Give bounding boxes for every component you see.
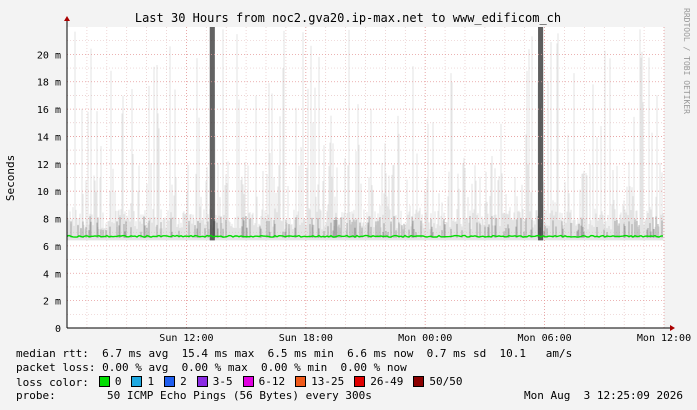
x-tick-label: Mon 12:00 <box>637 333 691 344</box>
x-axis-arrow <box>670 325 675 331</box>
chart-title: Last 30 Hours from noc2.gva20.ip-max.net… <box>135 11 561 25</box>
legend-swatch <box>295 376 307 387</box>
legend-label: 0 <box>114 375 122 388</box>
legend-swatch <box>196 376 208 387</box>
legend-item: 26-49 <box>354 375 403 388</box>
y-tick-label: 18 m <box>37 78 61 89</box>
loss-color-legend: loss color: 0 1 2 3-5 6-12 13-25 26-49 50/50 <box>16 375 472 390</box>
y-tick-label: 14 m <box>37 132 61 143</box>
x-tick-label: Sun 12:00 <box>159 333 213 344</box>
x-tick-label: Mon 06:00 <box>518 333 572 344</box>
legend-item: 6-12 <box>242 375 286 388</box>
legend-label: 3-5 <box>212 375 233 388</box>
probe-label: probe: <box>16 389 56 402</box>
y-tick-label: 6 m <box>43 242 61 253</box>
median-rtt-line: median rtt: 6.7 ms avg 15.4 ms max 6.5 m… <box>16 347 573 360</box>
legend-item: 2 <box>164 375 187 388</box>
legend-swatch <box>413 376 425 387</box>
legend-item: 0 <box>98 375 122 388</box>
probe-description: 50 ICMP Echo Pings (56 Bytes) every 300s <box>107 389 372 402</box>
legend-item: 13-25 <box>295 375 344 388</box>
y-tick-label: 4 m <box>43 269 61 280</box>
y-tick-label: 8 m <box>43 215 61 226</box>
y-tick-label: 2 m <box>43 297 61 308</box>
legend-label: 1 <box>147 375 155 388</box>
y-axis-label: Seconds <box>4 155 17 201</box>
y-tick-label: 10 m <box>37 187 61 198</box>
y-tick-label: 20 m <box>37 50 61 61</box>
legend-label: 6-12 <box>258 375 286 388</box>
legend-swatch <box>242 376 254 387</box>
y-axis-arrow <box>64 16 70 21</box>
legend-swatch <box>354 376 366 387</box>
legend-item: 1 <box>131 375 154 388</box>
smokeping-graph: Last 30 Hours from noc2.gva20.ip-max.net… <box>0 0 697 410</box>
legend-label: 26-49 <box>370 375 404 388</box>
plot-area: 0 2 m 4 m 6 m 8 m 10 m 12 m 14 m 16 m 18 m 20 m Sun… <box>37 16 691 344</box>
legend-swatch <box>131 376 143 387</box>
legend-item: 3-5 <box>196 375 233 388</box>
legend-item: 50/50 <box>413 375 462 388</box>
legend-swatch <box>164 376 176 387</box>
legend-label: 50/50 <box>429 375 463 388</box>
timestamp: Mon Aug 3 12:25:09 2026 <box>524 389 683 402</box>
loss-color-label: loss color: <box>16 376 89 389</box>
x-tick-label: Mon 00:00 <box>398 333 452 344</box>
x-tick-label: Sun 18:00 <box>279 333 333 344</box>
legend-swatch <box>98 376 110 387</box>
chart-svg: Last 30 Hours from noc2.gva20.ip-max.net… <box>4 8 691 344</box>
y-tick-label: 12 m <box>37 160 61 171</box>
legend-label: 13-25 <box>311 375 345 388</box>
rrdtool-credit: RRDTOOL / TOBI OETIKER <box>682 8 691 114</box>
y-tick-label: 0 <box>55 324 61 335</box>
packet-loss-line: packet loss: 0.00 % avg 0.00 % max 0.00 … <box>16 361 407 374</box>
y-tick-label: 16 m <box>37 105 61 116</box>
legend-items: 0 1 2 3-5 6-12 13-25 26-49 50/50 <box>98 375 473 390</box>
legend-label: 2 <box>180 375 187 388</box>
